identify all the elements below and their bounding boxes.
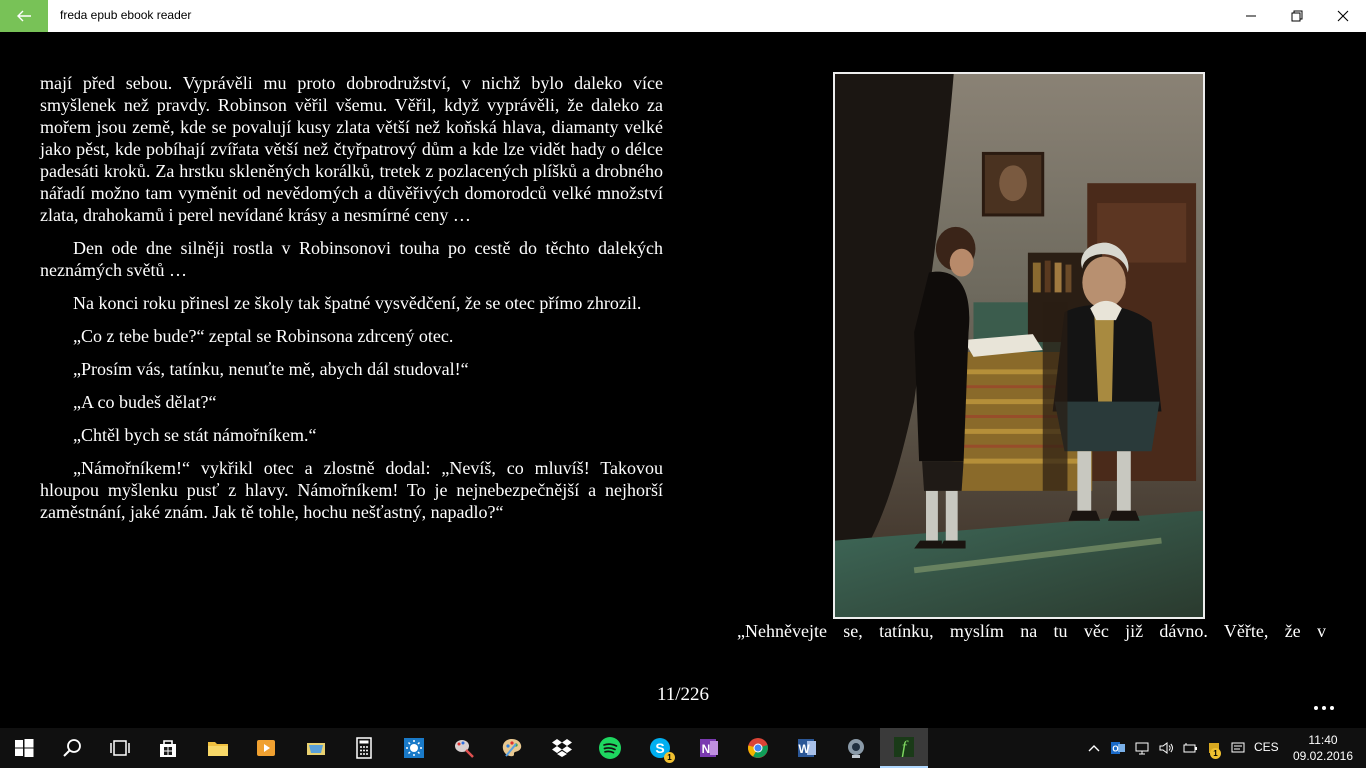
network-icon [1135, 742, 1149, 755]
folder-icon [208, 742, 228, 756]
taskbar-dropbox[interactable] [538, 728, 586, 768]
paragraph: „Chtěl bych se stát námořníkem.“ [73, 425, 317, 445]
tray-volume[interactable] [1156, 728, 1176, 768]
store-icon [160, 740, 176, 757]
taskbar-word[interactable]: W [782, 728, 830, 768]
taskbar-skype[interactable]: S 1 [636, 728, 684, 768]
paragraph: „Prosím vás, tatínku, nenuťte mě, abych … [73, 359, 469, 379]
right-page-line: „Nehněvejte se, tatínku, myslím na tu vě… [737, 621, 1326, 641]
freda-app-icon: f [894, 737, 914, 757]
task-view-icon [110, 740, 130, 756]
task-view-button[interactable] [96, 728, 144, 768]
taskbar-store[interactable] [144, 728, 192, 768]
taskbar-file-explorer[interactable] [194, 728, 242, 768]
taskbar-paint-brush[interactable] [440, 728, 488, 768]
tray-network[interactable] [1132, 728, 1152, 768]
left-page: mají před sebou. Vyprávěli mu proto dobr… [40, 72, 663, 534]
taskbar-chrome[interactable] [734, 728, 782, 768]
taskbar-onenote[interactable]: N [684, 728, 732, 768]
minimize-button[interactable] [1228, 0, 1274, 32]
svg-text:S: S [655, 740, 664, 756]
search-icon [63, 739, 81, 757]
restore-button[interactable] [1274, 0, 1320, 32]
paragraph: „Námořníkem!“ vykřikl otec a zlostně dod… [40, 458, 663, 522]
calculator-icon [356, 737, 372, 759]
media-player-icon [257, 740, 275, 756]
back-button[interactable] [0, 0, 48, 32]
more-dot-icon [1314, 706, 1318, 710]
outlook-icon: O [1111, 742, 1125, 754]
windows-logo-icon [15, 739, 34, 757]
tray-update-notification[interactable]: 1 [1204, 728, 1224, 768]
action-center-icon [1231, 742, 1245, 753]
paragraph: „A co budeš dělat?“ [73, 392, 217, 412]
taskbar-webcam[interactable] [832, 728, 880, 768]
weather-sun-icon [404, 738, 424, 758]
taskbar-media-player[interactable] [242, 728, 290, 768]
arrow-left-icon [17, 10, 31, 22]
reader-view[interactable]: mají před sebou. Vyprávěli mu proto dobr… [0, 32, 1366, 728]
paragraph: Na konci roku přinesl ze školy tak špatn… [73, 293, 642, 313]
tray-action-center[interactable] [1228, 728, 1248, 768]
taskbar-paint[interactable] [488, 728, 536, 768]
tray-battery[interactable] [1180, 728, 1200, 768]
paragraph: Den ode dne silněji rostla v Robinsonovi… [40, 238, 663, 280]
more-dot-icon [1330, 706, 1334, 710]
show-hidden-icons-button[interactable] [1084, 728, 1104, 768]
word-icon: W [798, 739, 816, 757]
start-button[interactable] [0, 728, 48, 768]
more-options-button[interactable] [1306, 696, 1342, 720]
taskbar-freda[interactable]: f [880, 728, 928, 768]
search-button[interactable] [48, 728, 96, 768]
illustration-image [835, 74, 1203, 617]
more-dot-icon [1322, 706, 1326, 710]
taskbar-folder-app[interactable] [292, 728, 340, 768]
taskbar-clock[interactable]: 11:40 09.02.2016 [1290, 732, 1356, 764]
svg-text:N: N [702, 742, 711, 756]
title-bar: freda epub ebook reader [0, 0, 1366, 32]
book-illustration [833, 72, 1205, 619]
page-indicator: 11/226 [656, 684, 710, 705]
svg-text:O: O [1112, 745, 1118, 754]
clock-time: 11:40 [1308, 733, 1338, 747]
taskbar-calculator[interactable] [340, 728, 388, 768]
tray-outlook[interactable]: O [1108, 728, 1128, 768]
onenote-icon: N [700, 739, 718, 757]
window-title: freda epub ebook reader [60, 8, 192, 22]
input-language-indicator[interactable]: CES [1254, 740, 1279, 754]
restore-icon [1291, 10, 1303, 22]
clock-date: 09.02.2016 [1292, 749, 1354, 763]
battery-icon [1183, 743, 1197, 753]
svg-text:W: W [798, 742, 810, 756]
webcam-icon [848, 739, 864, 758]
skype-notification-badge: 1 [664, 752, 675, 763]
paragraph: „Co z tebe bude?“ zeptal se Robinsona zd… [73, 326, 454, 346]
paint-palette-icon [502, 739, 522, 757]
close-button[interactable] [1320, 0, 1366, 32]
speaker-icon [1159, 742, 1173, 754]
minimize-icon [1246, 15, 1256, 17]
taskbar-weather[interactable] [390, 728, 438, 768]
folder-app-icon [307, 743, 325, 755]
chrome-icon [748, 738, 768, 758]
paint-brush-icon [455, 740, 474, 758]
taskbar: S 1 N W f O 1 CES 11:40 09.02.2016 [0, 728, 1366, 768]
taskbar-spotify[interactable] [586, 728, 634, 768]
close-icon [1337, 10, 1349, 22]
paragraph: mají před sebou. Vyprávěli mu proto dobr… [40, 73, 663, 225]
chevron-up-icon [1088, 745, 1100, 752]
dropbox-icon [552, 739, 572, 757]
spotify-icon [599, 737, 621, 759]
tray-notification-badge: 1 [1210, 748, 1221, 759]
